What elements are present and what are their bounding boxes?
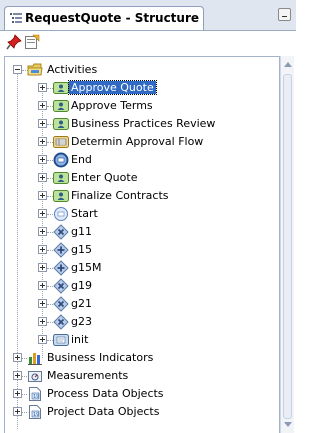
- tree-node-label: Process Data Objects: [47, 387, 164, 400]
- tree-node-approve-terms[interactable]: Approve Terms: [5, 97, 275, 115]
- expand-toggle[interactable]: [38, 281, 47, 290]
- expand-toggle[interactable]: [38, 101, 47, 110]
- tab-title: RequestQuote - Structure: [25, 11, 200, 25]
- tree-node-g23[interactable]: g23: [5, 313, 275, 331]
- structure-tab[interactable]: RequestQuote - Structure: [4, 6, 204, 30]
- expand-toggle[interactable]: [38, 335, 47, 344]
- scroll-down-icon[interactable]: [284, 422, 292, 427]
- data-objects-icon: 19: [29, 405, 41, 419]
- tree-node-business-indicators[interactable]: Business Indicators: [5, 349, 275, 367]
- user-task-icon: [53, 100, 69, 112]
- minimize-button[interactable]: [278, 8, 291, 21]
- parallel-gateway-icon: [53, 260, 69, 276]
- tree-node-label: g15: [71, 243, 92, 256]
- tree-node-label: Approve Terms: [71, 99, 153, 112]
- tree-node-label: g21: [71, 297, 92, 310]
- scroll-thumb[interactable]: [283, 74, 292, 419]
- tree-node-label: End: [71, 153, 92, 166]
- tree-node-label: init: [71, 333, 89, 346]
- business-indicators-icon: [28, 353, 42, 365]
- expand-toggle[interactable]: [38, 209, 47, 218]
- structure-icon: [10, 13, 22, 23]
- svg-text:19: 19: [33, 412, 39, 418]
- tree-node-determin-approval-flow[interactable]: Determin Approval Flow: [5, 133, 275, 151]
- start-event-icon: [54, 207, 68, 221]
- expand-toggle[interactable]: [38, 155, 47, 164]
- pin-icon[interactable]: [6, 34, 22, 50]
- exclusive-gateway-icon: [53, 314, 69, 330]
- tree-node-g15[interactable]: g15: [5, 241, 275, 259]
- tree-node-activities[interactable]: Activities: [5, 61, 275, 79]
- tree-node-approve-quote[interactable]: Approve Quote: [5, 79, 275, 97]
- tree-node-measurements[interactable]: Measurements: [5, 367, 275, 385]
- tree-node-label: Measurements: [47, 369, 129, 382]
- tree-node-label: Business Practices Review: [71, 117, 216, 130]
- tree-node-label: g11: [71, 225, 92, 238]
- tree-node-label: Project Data Objects: [47, 405, 160, 418]
- vertical-scrollbar[interactable]: [280, 56, 294, 433]
- measurements-icon: [28, 371, 42, 382]
- tree-node-label: g15M: [71, 261, 102, 274]
- tree-node-label: Enter Quote: [71, 171, 138, 184]
- structure-panel: RequestQuote - Structure Activities Appr…: [0, 0, 296, 433]
- tree-node-start[interactable]: Start: [5, 205, 275, 223]
- tree-node-g19[interactable]: g19: [5, 277, 275, 295]
- expand-toggle[interactable]: [38, 173, 47, 182]
- expand-toggle[interactable]: [38, 299, 47, 308]
- tree-node-label: g19: [71, 279, 92, 292]
- expand-toggle[interactable]: [13, 371, 22, 380]
- expand-toggle[interactable]: [38, 191, 47, 200]
- exclusive-gateway-icon: [53, 278, 69, 294]
- activities-folder-icon: [27, 63, 43, 76]
- tree-node-enter-quote[interactable]: Enter Quote: [5, 169, 275, 187]
- tree-node-g11[interactable]: g11: [5, 223, 275, 241]
- user-task-icon: [53, 118, 69, 130]
- tree-node-g15m[interactable]: g15M: [5, 259, 275, 277]
- end-event-icon: [53, 152, 69, 168]
- expand-toggle[interactable]: [38, 83, 47, 92]
- tab-bar: RequestQuote - Structure: [0, 0, 296, 31]
- exclusive-gateway-icon: [53, 296, 69, 312]
- expand-toggle[interactable]: [38, 263, 47, 272]
- expand-toggle[interactable]: [38, 245, 47, 254]
- expand-toggle[interactable]: [38, 227, 47, 236]
- toolbar: [0, 31, 296, 53]
- collapse-toggle[interactable]: [13, 65, 22, 74]
- tree-node-end[interactable]: End: [5, 151, 275, 169]
- expand-toggle[interactable]: [38, 137, 47, 146]
- tree-node-project-data-objects[interactable]: 19 Project Data Objects: [5, 403, 275, 421]
- svg-text:19: 19: [33, 394, 39, 400]
- expand-toggle[interactable]: [13, 353, 22, 362]
- tree-node-g21[interactable]: g21: [5, 295, 275, 313]
- tree-node-init[interactable]: init: [5, 331, 275, 349]
- view-icon[interactable]: [24, 34, 40, 50]
- data-objects-icon: 19: [29, 387, 41, 401]
- tree-node-label: Start: [71, 207, 98, 220]
- tree-node-label: Business Indicators: [47, 351, 154, 364]
- structure-tree: Activities Approve Quote Approve Terms Bus…: [4, 56, 280, 433]
- expand-toggle[interactable]: [38, 317, 47, 326]
- tree-node-process-data-objects[interactable]: 19 Process Data Objects: [5, 385, 275, 403]
- scroll-up-icon[interactable]: [284, 62, 292, 67]
- tree-node-label: Finalize Contracts: [71, 189, 169, 202]
- tree-node-label: g23: [71, 315, 92, 328]
- tree-node-label: Activities: [47, 63, 98, 76]
- expand-toggle[interactable]: [13, 389, 22, 398]
- script-task-icon: [53, 334, 69, 346]
- user-task-icon: [53, 172, 69, 184]
- tree-node-label: Determin Approval Flow: [71, 135, 204, 148]
- tree-node-finalize-contracts[interactable]: Finalize Contracts: [5, 187, 275, 205]
- expand-toggle[interactable]: [38, 119, 47, 128]
- tree-node-business-practices-review[interactable]: Business Practices Review: [5, 115, 275, 133]
- user-task-icon: [53, 190, 69, 202]
- user-task-icon: [53, 82, 69, 94]
- exclusive-gateway-icon: [53, 224, 69, 240]
- business-rule-icon: [53, 136, 69, 148]
- tree-node-label: Approve Quote: [68, 80, 157, 95]
- expand-toggle[interactable]: [13, 407, 22, 416]
- parallel-gateway-icon: [53, 242, 69, 258]
